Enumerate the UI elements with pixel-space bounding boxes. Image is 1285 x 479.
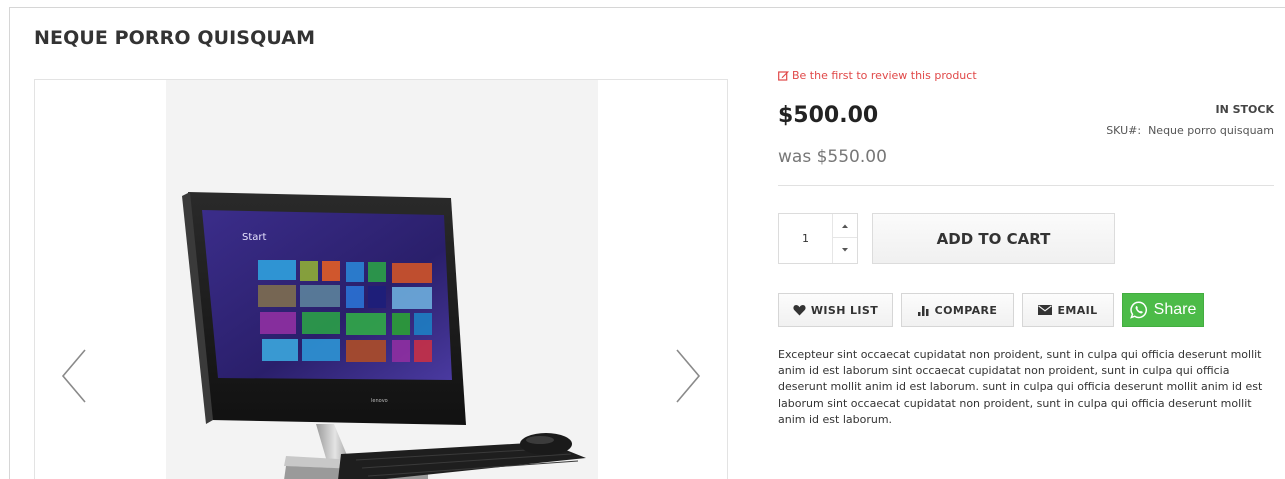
email-label: EMAIL (1057, 303, 1098, 317)
review-link-label: Be the first to review this product (792, 69, 977, 82)
chevron-left-icon (61, 349, 86, 403)
old-price: was $550.00 (778, 147, 887, 167)
heart-icon (793, 305, 806, 316)
whatsapp-share-button[interactable]: Share (1122, 293, 1204, 327)
gallery-prev-button[interactable] (59, 348, 89, 404)
envelope-icon (1038, 305, 1053, 315)
whatsapp-icon (1129, 301, 1147, 319)
screen-start-text: Start (242, 232, 267, 243)
compare-label: COMPARE (934, 303, 998, 317)
review-link[interactable]: Be the first to review this product (778, 69, 977, 82)
computer-illustration: Start lenovo (182, 192, 586, 479)
product-image: Start lenovo (166, 80, 598, 479)
add-to-cart-button[interactable]: ADD TO CART (872, 213, 1115, 264)
product-price: $500.00 (778, 103, 879, 128)
divider (778, 185, 1274, 186)
brand-text: lenovo (371, 398, 388, 404)
compare-button[interactable]: COMPARE (901, 293, 1014, 327)
product-gallery: Start lenovo (34, 79, 728, 479)
edit-icon (778, 71, 789, 81)
quantity-input[interactable] (779, 214, 833, 263)
sku-label: SKU#: (1106, 124, 1142, 137)
product-description: Excepteur sint occaecat cupidatat non pr… (778, 348, 1263, 426)
wishlist-button[interactable]: WISH LIST (778, 293, 893, 327)
email-button[interactable]: EMAIL (1022, 293, 1114, 327)
wishlist-label: WISH LIST (810, 303, 879, 317)
quantity-stepper (778, 213, 858, 264)
bar-chart-icon (917, 305, 929, 316)
quantity-decrease-button[interactable] (833, 238, 857, 262)
chevron-right-icon (676, 349, 701, 403)
stock-status: IN STOCK (1215, 103, 1274, 116)
caret-down-icon (842, 248, 848, 252)
quantity-increase-button[interactable] (833, 214, 857, 238)
product-title: NEQUE PORRO QUISQUAM (34, 27, 316, 49)
caret-up-icon (842, 224, 848, 228)
sku: SKU#: Neque porro quisquam (1106, 124, 1274, 137)
sku-value: Neque porro quisquam (1148, 124, 1274, 137)
share-label: Share (1153, 301, 1197, 318)
gallery-next-button[interactable] (673, 348, 703, 404)
